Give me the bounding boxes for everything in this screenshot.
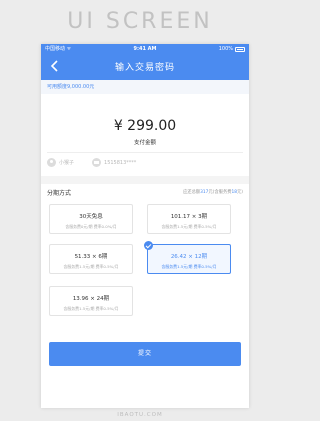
page-title: 输入交易密码 (114, 63, 175, 73)
card-icon (92, 158, 102, 167)
available-limit: 可用额度9,000.00元 (41, 80, 249, 94)
option-sub: 含服务费1.5元/期 费率0.5%/月 (161, 264, 217, 269)
installment-title: 分期方式 (47, 190, 72, 197)
installment-option-6[interactable]: 51.33 × 6期 含服务费1.5元/期 费率0.5%/月 (49, 244, 133, 274)
installment-option-30day[interactable]: 30天免息 含服务费0元/期 费率0.0%/月 (49, 204, 133, 234)
summary-mid: 元(含服务费 (208, 190, 232, 195)
user-name: 小猴子 (59, 160, 75, 166)
banner-title: UI SCREEN (67, 9, 213, 34)
section-gap (41, 176, 249, 184)
payment-amount-label: 支付金额 (133, 140, 156, 146)
option-sub: 含服务费0元/期 费率0.0%/月 (65, 224, 117, 229)
status-bar: 中国移动 ᯤ 9:41 AM 100% (41, 44, 249, 54)
divider (47, 152, 243, 153)
installment-option-12[interactable]: 26.42 × 12期 含服务费1.5元/期 费率0.5%/月 (144, 241, 231, 274)
installment-option-24[interactable]: 13.96 × 24期 含服务费1.5元/期 费率0.5%/月 (49, 286, 133, 316)
check-icon (144, 241, 153, 250)
user-icon (47, 158, 56, 167)
option-main: 51.33 × 6期 (74, 254, 108, 260)
battery-status: 100% (219, 44, 245, 54)
option-sub: 含服务费1.5元/期 费率0.5%/月 (63, 306, 119, 311)
header-bar: 中国移动 ᯤ 9:41 AM 100% 输入交易密码 (41, 44, 249, 80)
phone-screen: 中国移动 ᯤ 9:41 AM 100% 输入交易密码 可用额度9,000.00元… (41, 44, 249, 408)
account-info: 小猴子 1515813**** (47, 158, 136, 167)
summary-prefix: 应还总额 (182, 190, 201, 195)
payment-amount: ¥ 299.00 (113, 118, 177, 134)
summary-suffix: 元) (237, 190, 243, 195)
option-sub: 含服务费1.5元/期 费率0.5%/月 (63, 264, 119, 269)
installment-summary: 应还总额317元(含服务费18元) (183, 189, 243, 195)
option-main: 101.17 × 3期 (170, 214, 208, 220)
option-main: 30天免息 (79, 214, 103, 220)
option-main: 26.42 × 12期 (170, 254, 208, 260)
footer-watermark: IBAOTU.COM (117, 412, 163, 418)
card-number: 1515813**** (104, 159, 137, 166)
submit-button[interactable]: 提交 (49, 342, 241, 366)
battery-percent: 100% (218, 46, 233, 52)
option-main: 13.96 × 24期 (72, 296, 110, 302)
banner: UI SCREEN (0, 0, 280, 44)
battery-icon (235, 46, 245, 52)
option-sub: 含服务费1.5元/期 费率0.5%/月 (161, 224, 217, 229)
installment-option-3[interactable]: 101.17 × 3期 含服务费1.5元/期 费率0.5%/月 (147, 204, 231, 234)
